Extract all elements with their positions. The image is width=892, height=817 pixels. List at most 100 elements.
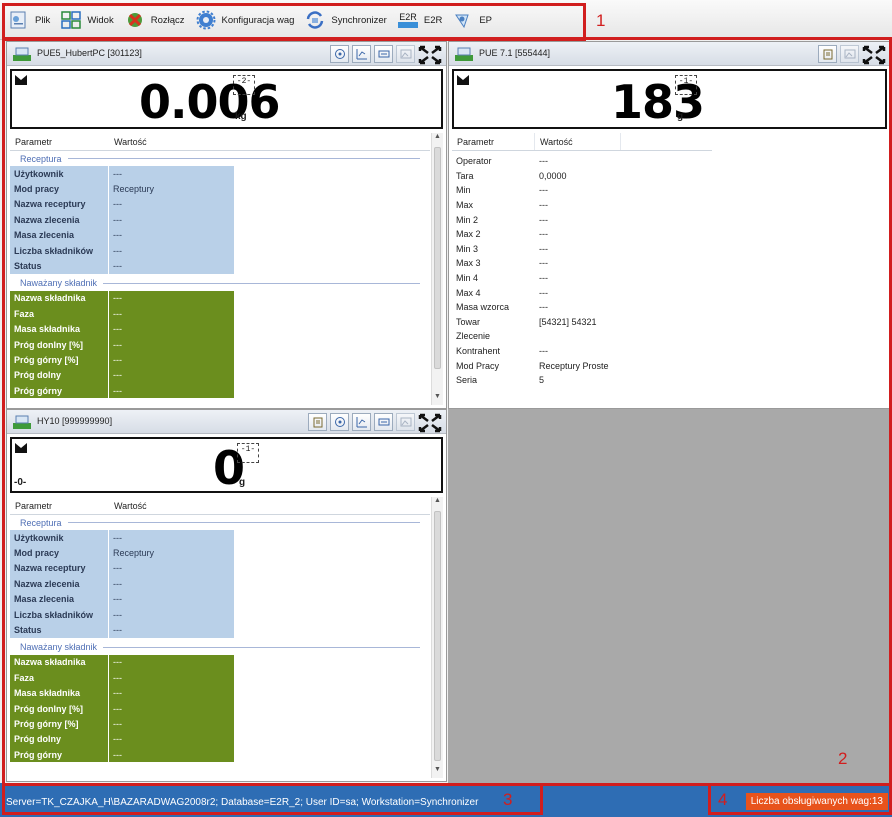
settings-button[interactable] — [818, 45, 837, 63]
scroll-down-icon[interactable]: ▼ — [432, 393, 443, 405]
image-button[interactable] — [840, 45, 859, 63]
table-row[interactable]: Max 2 --- — [452, 226, 887, 242]
param-name: Zlecenie — [452, 329, 535, 344]
table-row[interactable]: Towar [54321] 54321 — [452, 314, 887, 330]
table-row[interactable]: Status --- — [10, 622, 430, 638]
menu-ep[interactable]: EP — [452, 9, 492, 31]
menu-rozlacz[interactable]: Rozłącz — [124, 9, 185, 31]
menu-widok[interactable]: Widok — [60, 9, 114, 31]
annotation-label-4: 4 — [718, 790, 728, 809]
app-window: Plik Widok Rozłącz Konfiguracja wag Sync… — [0, 0, 892, 817]
param-name: Status — [10, 622, 109, 638]
chart-icon — [356, 417, 367, 428]
weight-display: 0.006 -2- kg — [10, 69, 443, 129]
menu-plik[interactable]: Plik — [8, 9, 50, 31]
param-value: --- — [539, 156, 548, 167]
table-row[interactable]: Masa składnika --- — [10, 321, 430, 337]
param-name: Próg donlny [%] — [10, 336, 109, 353]
table-row[interactable]: Próg górny --- — [10, 383, 430, 399]
chart-button[interactable] — [352, 45, 371, 63]
scales-count-badge: Liczba obsługiwanych wag:13 — [745, 793, 888, 810]
table-row[interactable]: Użytkownik --- — [10, 166, 430, 182]
table-row[interactable]: Próg górny [%] --- — [10, 716, 430, 732]
image-button[interactable] — [396, 45, 415, 63]
table-row[interactable]: Masa składnika --- — [10, 685, 430, 701]
table-row[interactable]: Zlecenie — [452, 329, 887, 344]
table-row[interactable]: Próg dolny --- — [10, 367, 430, 384]
table-row[interactable]: Faza --- — [10, 670, 430, 686]
table-row[interactable]: Użytkownik --- — [10, 530, 430, 546]
param-name: Faza — [10, 670, 109, 686]
table-row[interactable]: Mod Pracy Receptury Proste — [452, 358, 887, 373]
param-name: Towar — [452, 314, 535, 330]
table-row[interactable]: Próg górny --- — [10, 747, 430, 763]
table-row[interactable]: Min 3 --- — [452, 241, 887, 257]
vertical-scrollbar[interactable]: ▲ ▼ — [431, 497, 443, 778]
table-row[interactable]: Mod pracy Receptury — [10, 545, 430, 561]
menu-konfiguracja-wag[interactable]: Konfiguracja wag — [195, 9, 294, 31]
table-row[interactable]: Max 3 --- — [452, 256, 887, 271]
param-name: Mod Pracy — [452, 358, 535, 373]
scroll-down-icon[interactable]: ▼ — [432, 766, 443, 778]
expand-button[interactable] — [418, 413, 442, 433]
table-row[interactable]: Nazwa składnika --- — [10, 290, 430, 307]
weight-reading: 0.006 — [139, 75, 281, 129]
settings-button[interactable] — [308, 413, 327, 431]
table-row[interactable]: Tara 0,0000 — [452, 168, 887, 184]
table-row[interactable]: Min --- — [452, 183, 887, 198]
table-row[interactable]: Liczba składników --- — [10, 242, 430, 259]
table-row[interactable]: Liczba składników --- — [10, 606, 430, 623]
circle-target-icon — [334, 49, 345, 59]
ep-icon — [455, 14, 470, 29]
scale-icon — [13, 415, 31, 429]
image-icon — [400, 417, 411, 427]
table-row[interactable]: Nazwa receptury --- — [10, 560, 430, 577]
param-name: Min 2 — [452, 212, 535, 227]
table-row[interactable]: Próg dolny --- — [10, 731, 430, 748]
table-row[interactable]: Masa wzorca --- — [452, 299, 887, 315]
table-row[interactable]: Nazwa zlecenia --- — [10, 576, 430, 592]
table-row[interactable]: Max 4 --- — [452, 285, 887, 300]
tare-button[interactable] — [330, 45, 349, 63]
table-row[interactable]: Min 2 --- — [452, 212, 887, 227]
param-name: Seria — [452, 372, 535, 388]
param-value: --- — [109, 747, 234, 763]
param-name: Max 2 — [452, 226, 535, 242]
table-row[interactable]: Masa zlecenia --- — [10, 591, 430, 607]
table-row[interactable]: Masa zlecenia --- — [10, 227, 430, 243]
table-row[interactable]: Próg donlny [%] --- — [10, 336, 430, 353]
table-row[interactable]: Operator --- — [452, 154, 887, 169]
print-button[interactable] — [374, 413, 393, 431]
expand-button[interactable] — [862, 45, 886, 65]
table-row[interactable]: Nazwa zlecenia --- — [10, 212, 430, 228]
table-row[interactable]: Próg donlny [%] --- — [10, 700, 430, 717]
group-header-receptura: Receptura — [10, 151, 430, 166]
param-value: --- — [109, 700, 234, 717]
table-row[interactable]: Faza --- — [10, 306, 430, 322]
image-button[interactable] — [396, 413, 415, 431]
table-row[interactable]: Nazwa receptury --- — [10, 196, 430, 213]
vertical-scrollbar[interactable]: ▲ ▼ — [431, 133, 443, 405]
scroll-thumb[interactable] — [434, 511, 441, 761]
table-row[interactable]: Seria 5 — [452, 372, 887, 388]
table-row[interactable]: Nazwa składnika --- — [10, 654, 430, 671]
scroll-thumb[interactable] — [434, 147, 441, 369]
tare-button[interactable] — [330, 413, 349, 431]
table-row[interactable]: Mod pracy Receptury — [10, 181, 430, 197]
menu-e2r[interactable]: E2R E2R — [397, 9, 442, 31]
expand-arrows-icon — [418, 413, 442, 433]
table-row[interactable]: Status --- — [10, 258, 430, 274]
print-button[interactable] — [374, 45, 393, 63]
scroll-up-icon[interactable]: ▲ — [432, 133, 443, 145]
zero-indicator: -0- — [14, 477, 27, 488]
expand-arrows-icon — [862, 45, 886, 65]
expand-button[interactable] — [418, 45, 442, 65]
table-row[interactable]: Próg górny [%] --- — [10, 352, 430, 368]
table-row[interactable]: Max --- — [452, 197, 887, 213]
menu-synchronizer[interactable]: Synchronizer — [304, 9, 387, 31]
table-row[interactable]: Kontrahent --- — [452, 343, 887, 359]
scroll-up-icon[interactable]: ▲ — [432, 497, 443, 509]
table-row[interactable]: Min 4 --- — [452, 270, 887, 286]
disconnect-icon — [127, 13, 142, 27]
chart-button[interactable] — [352, 413, 371, 431]
